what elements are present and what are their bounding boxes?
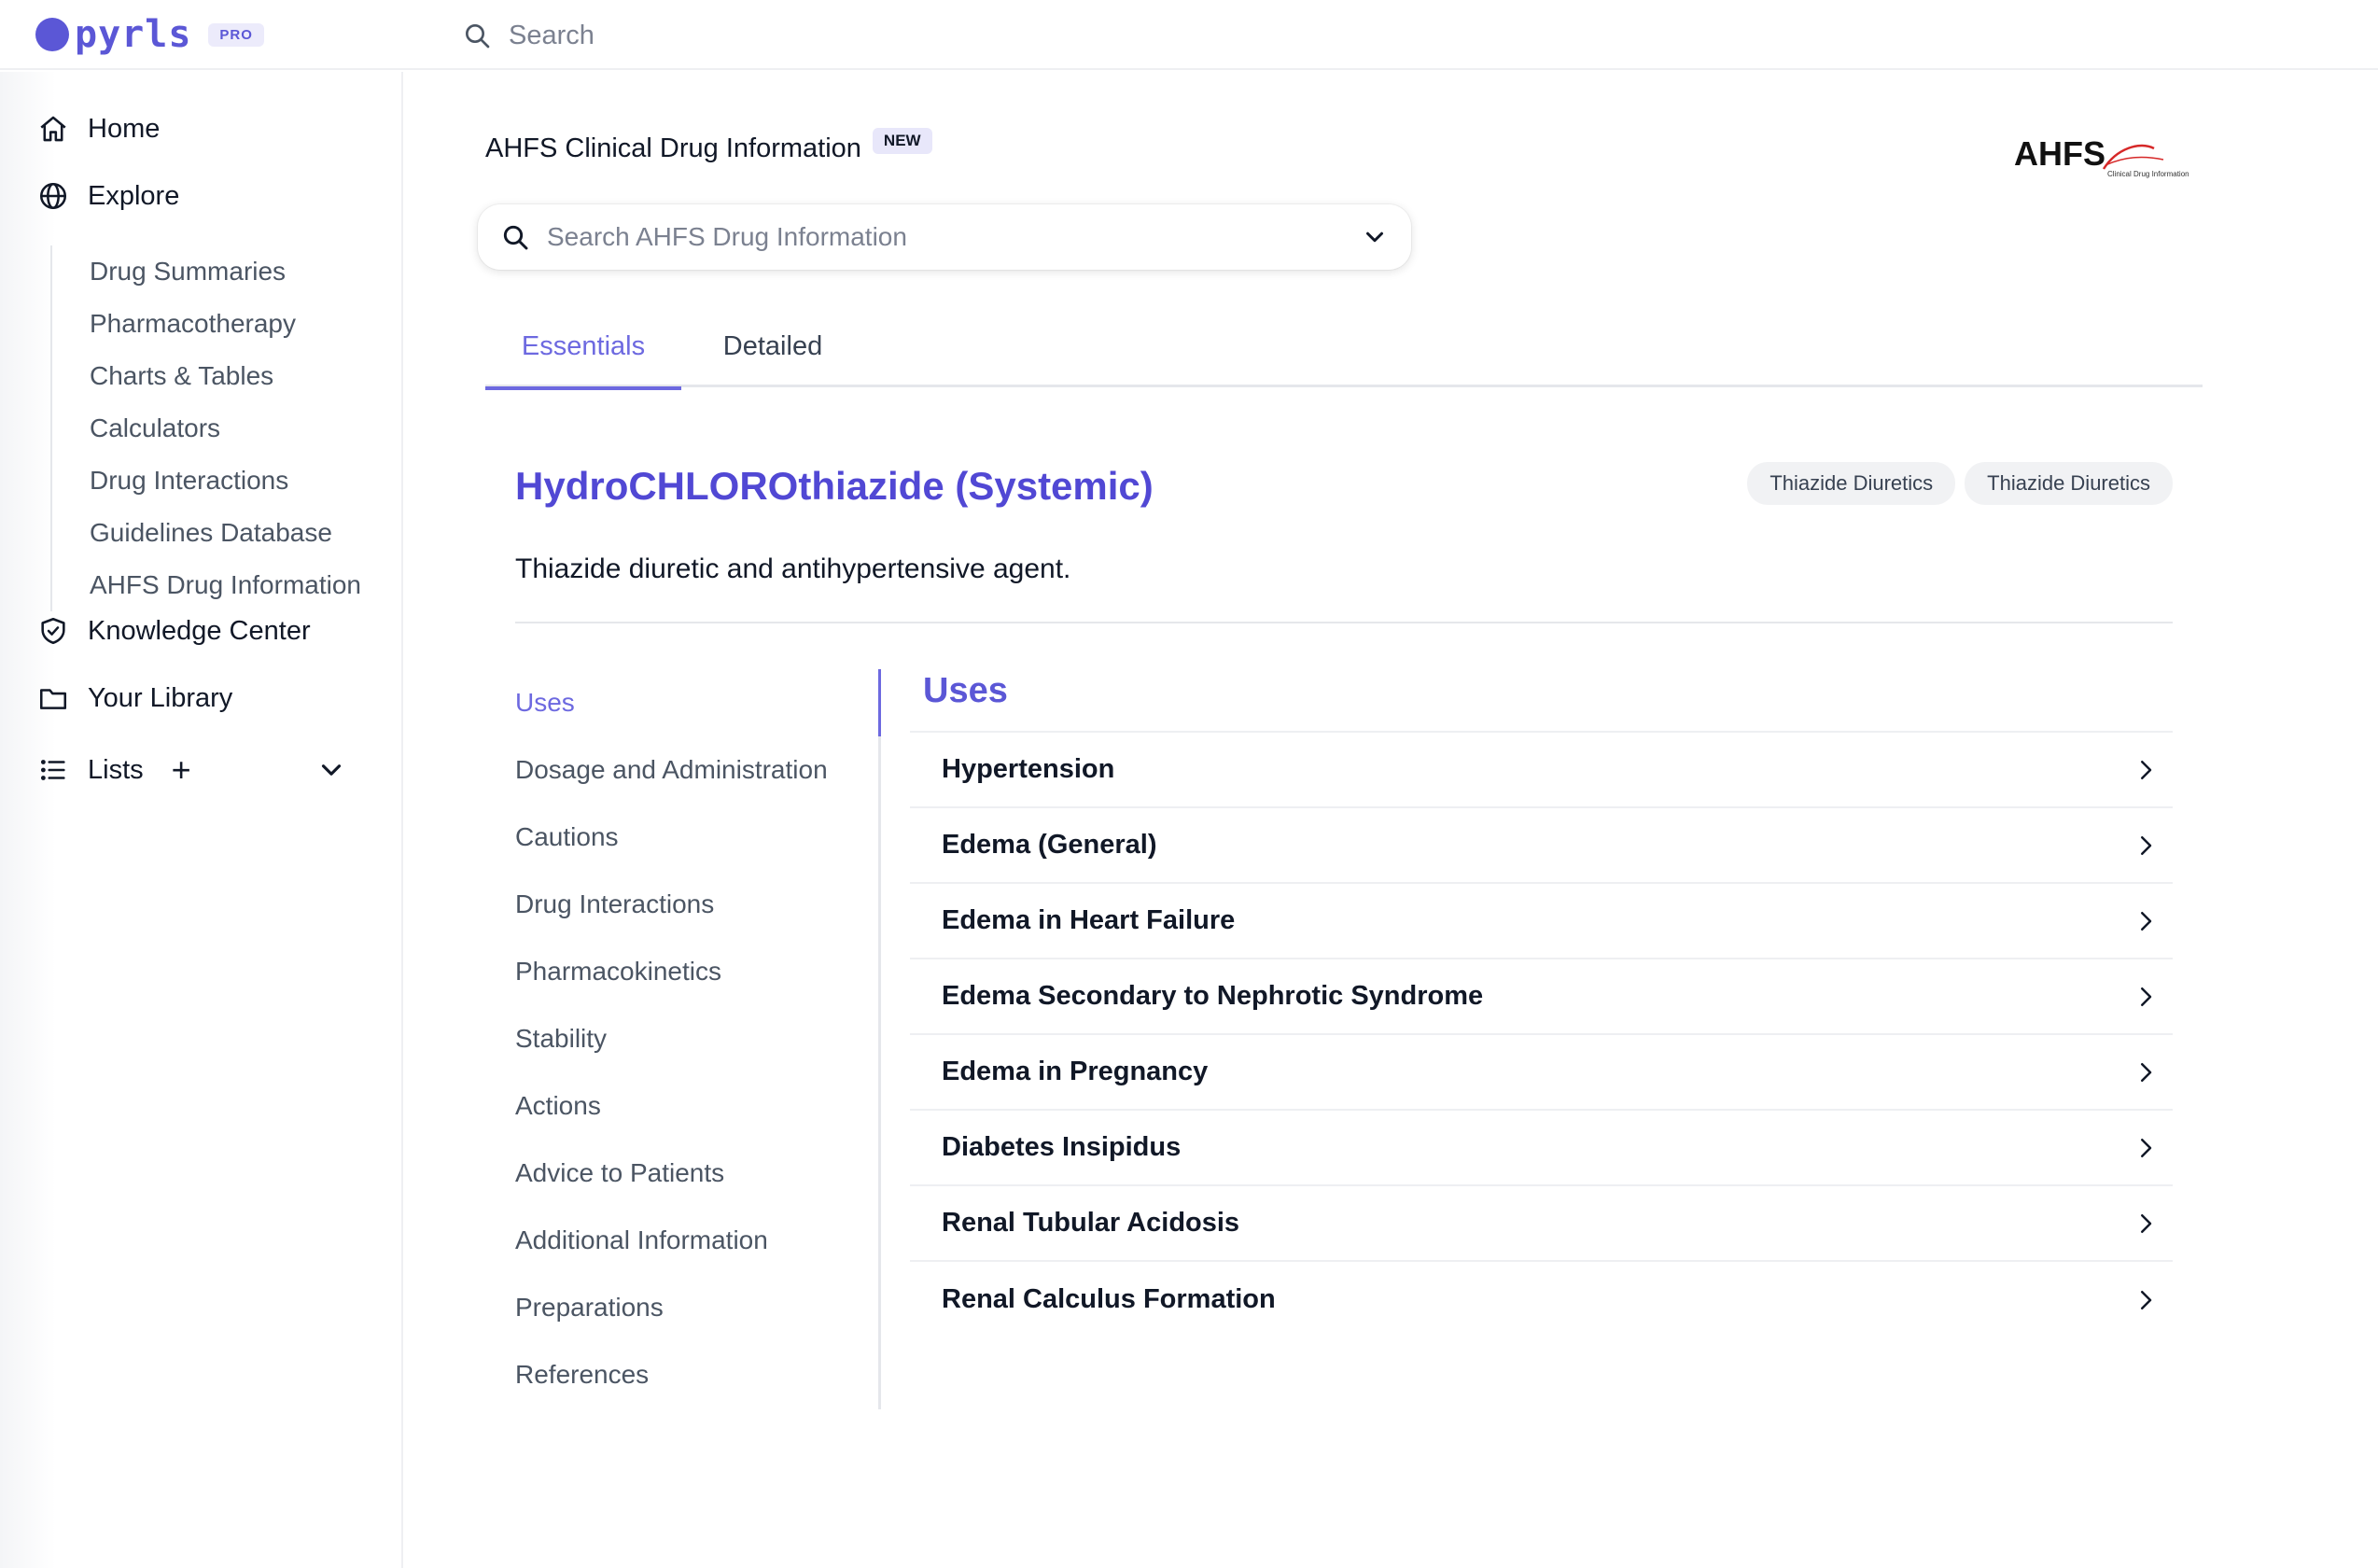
section-link-actions[interactable]: Actions [515,1072,878,1140]
sidebar-item-drug-summaries[interactable]: Drug Summaries [50,245,361,298]
sidebar-item-your-library[interactable]: Your Library [37,682,232,714]
section-link-drug-interactions[interactable]: Drug Interactions [515,871,878,938]
use-label: Edema (General) [942,830,1157,860]
page-header: AHFS Clinical Drug Information NEW [485,127,932,164]
chevron-down-icon[interactable] [315,754,347,786]
use-label: Renal Tubular Acidosis [942,1208,1240,1238]
section-link-dosage-and-administration[interactable]: Dosage and Administration [515,736,878,804]
sidebar-item-label: Explore [88,180,180,211]
sidebar: Home Explore Drug Summaries Pharmacother… [0,72,403,1568]
tab-detailed[interactable]: Detailed [689,305,857,387]
monograph-title: HydroCHLOROthiazide (Systemic) [515,464,1154,508]
sidebar-item-ahfs-drug-information[interactable]: AHFS Drug Information [50,559,361,611]
use-label: Renal Calculus Formation [942,1284,1276,1314]
sidebar-item-charts-tables[interactable]: Charts & Tables [50,350,361,402]
uses-list: Hypertension Edema (General) Edema in He… [910,731,2173,1337]
uses-heading: Uses [923,671,1008,710]
active-section-indicator [878,669,881,736]
sidebar-item-pharmacotherapy[interactable]: Pharmacotherapy [50,298,361,350]
section-link-references[interactable]: References [515,1341,878,1408]
drug-class-chip[interactable]: Thiazide Diuretics [1747,462,1956,505]
home-icon [40,116,66,142]
sidebar-item-knowledge-center[interactable]: Knowledge Center [37,615,311,647]
monograph-tabs: Essentials Detailed [485,305,2203,390]
sidebar-item-label: Lists [88,754,144,785]
chevron-right-icon [2141,911,2152,931]
section-link-stability[interactable]: Stability [515,1005,878,1072]
sidebar-item-guidelines-database[interactable]: Guidelines Database [50,507,361,559]
use-item-edema-general[interactable]: Edema (General) [910,808,2173,884]
sidebar-item-lists[interactable]: Lists + [37,750,355,790]
page-title: AHFS Clinical Drug Information [485,133,861,163]
explore-submenu: Drug Summaries Pharmacotherapy Charts & … [50,245,361,611]
sidebar-item-drug-interactions[interactable]: Drug Interactions [50,455,361,507]
folder-icon [39,689,67,709]
sidebar-item-label: Knowledge Center [88,615,311,646]
divider [515,622,2173,623]
global-search[interactable] [462,17,1255,54]
section-link-additional-information[interactable]: Additional Information [515,1207,878,1274]
search-icon [503,225,528,250]
chevron-right-icon [2141,1062,2152,1082]
globe-icon [39,182,67,210]
use-item-edema-nephrotic-syndrome[interactable]: Edema Secondary to Nephrotic Syndrome [910,959,2173,1035]
add-list-button[interactable]: + [172,750,191,790]
list-icon [40,760,65,780]
chevron-right-icon [2141,835,2152,855]
sidebar-item-label: Your Library [88,682,233,713]
ahfs-logo-text: AHFS [2014,134,2105,173]
drug-class-chips: Thiazide Diuretics Thiazide Diuretics [1747,462,2173,505]
monograph-description: Thiazide diuretic and antihypertensive a… [515,553,1071,584]
tab-essentials[interactable]: Essentials [485,305,681,390]
chevron-right-icon [2141,1138,2152,1157]
sidebar-item-explore[interactable]: Explore [37,180,179,212]
new-badge: NEW [872,127,932,154]
sidebar-item-calculators[interactable]: Calculators [50,402,361,455]
sidebar-item-home[interactable]: Home [37,113,160,145]
section-nav: Uses Dosage and Administration Cautions … [515,669,881,1409]
use-label: Hypertension [942,754,1115,784]
use-label: Edema Secondary to Nephrotic Syndrome [942,981,1484,1011]
search-icon [466,24,490,49]
use-item-edema-pregnancy[interactable]: Edema in Pregnancy [910,1035,2173,1111]
section-link-advice-to-patients[interactable]: Advice to Patients [515,1140,878,1207]
section-link-preparations[interactable]: Preparations [515,1274,878,1341]
chevron-right-icon [2141,987,2152,1006]
top-bar: pyrls PRO [0,0,2378,70]
use-item-renal-calculus-formation[interactable]: Renal Calculus Formation [910,1262,2173,1337]
chevron-right-icon [2141,1290,2152,1309]
use-item-edema-heart-failure[interactable]: Edema in Heart Failure [910,884,2173,959]
pyrls-logo[interactable]: pyrls PRO [35,13,264,56]
use-label: Edema in Pregnancy [942,1057,1209,1086]
logo-text: pyrls [75,13,192,56]
use-item-renal-tubular-acidosis[interactable]: Renal Tubular Acidosis [910,1186,2173,1262]
drug-search-input[interactable] [547,222,1361,252]
logo-mark-icon [35,18,69,51]
shield-check-icon [41,617,65,645]
ahfs-logo-subtext: Clinical Drug Information [2107,170,2189,178]
sidebar-item-label: Home [88,113,161,144]
use-label: Diabetes Insipidus [942,1132,1182,1162]
chevron-right-icon [2141,1213,2152,1233]
drug-class-chip[interactable]: Thiazide Diuretics [1965,462,2173,505]
section-link-uses[interactable]: Uses [515,669,878,736]
use-label: Edema in Heart Failure [942,905,1236,935]
drug-search[interactable] [478,204,1411,270]
pro-badge: PRO [208,22,264,47]
ahfs-logo: AHFS Clinical Drug Information [2014,134,2189,178]
section-link-cautions[interactable]: Cautions [515,804,878,871]
section-link-pharmacokinetics[interactable]: Pharmacokinetics [515,938,878,1005]
global-search-input[interactable] [509,20,1255,51]
chevron-right-icon [2141,760,2152,779]
use-item-diabetes-insipidus[interactable]: Diabetes Insipidus [910,1111,2173,1186]
chevron-down-icon[interactable] [1361,223,1389,251]
use-item-hypertension[interactable]: Hypertension [910,733,2173,808]
